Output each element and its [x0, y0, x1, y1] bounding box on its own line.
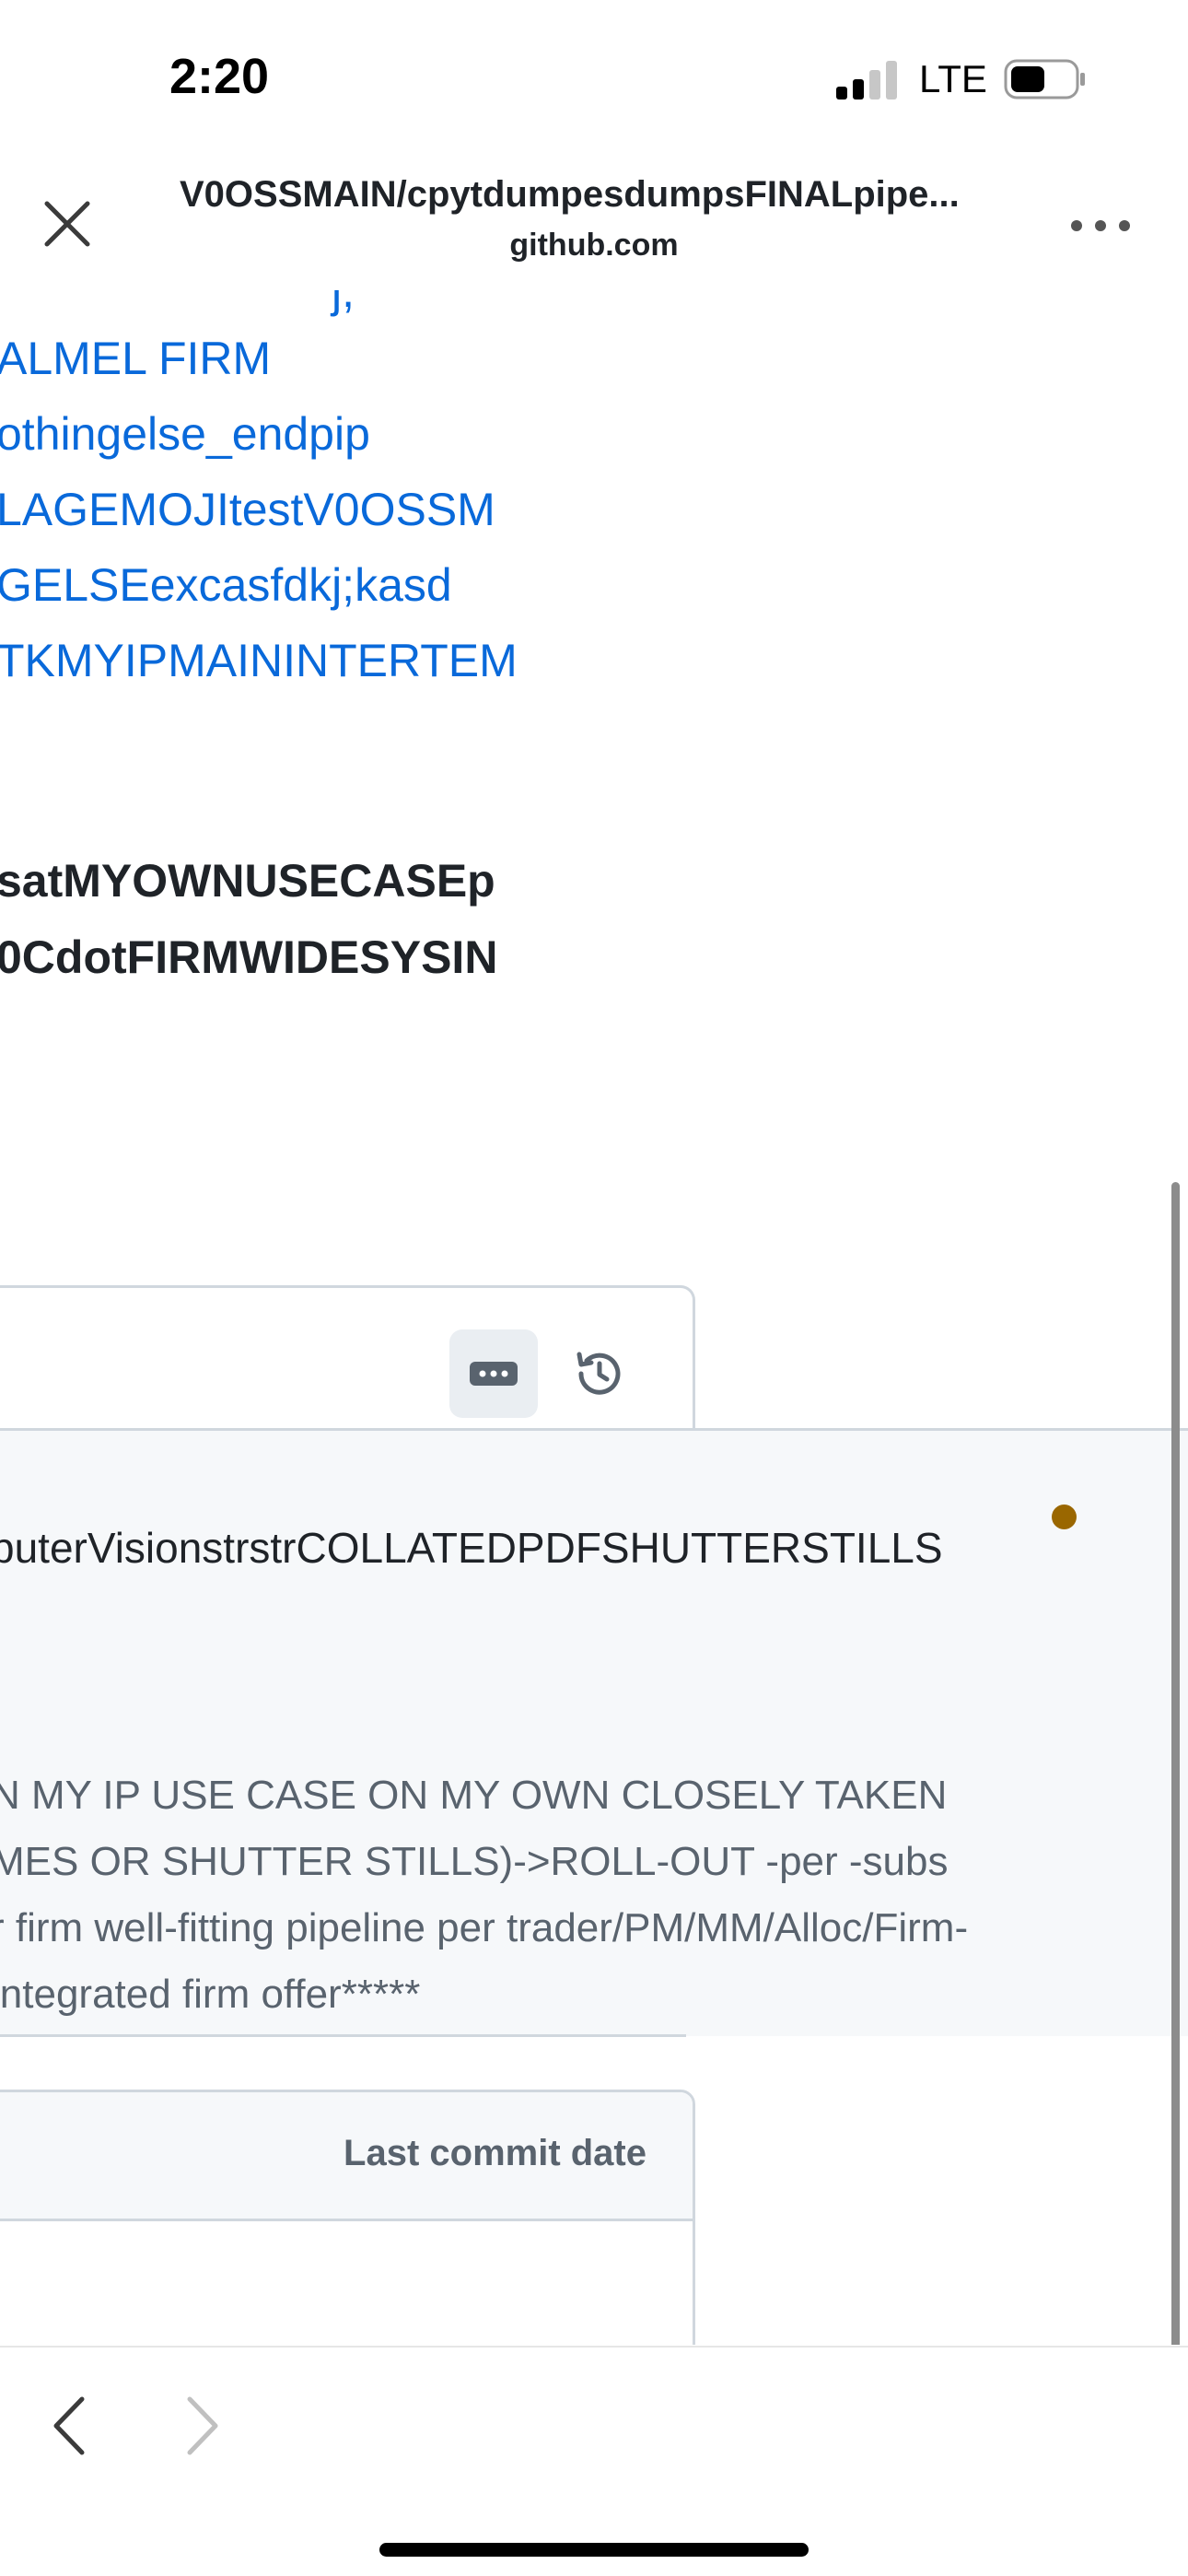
- file-table-header: Last commit date: [0, 2092, 693, 2221]
- page-content[interactable]: j, ALMEL FIRM othingelse_endpip LAGEMOJI…: [0, 290, 1188, 2345]
- commit-description-line: r firm well-fitting pipeline per trader/…: [0, 1905, 969, 1950]
- file-box-header: [0, 1285, 695, 1428]
- readme-link[interactable]: LAGEMOJItestV0OSSM: [0, 472, 518, 547]
- latest-commit-panel: puterVisionstrstrCOLLATEDPDFSHUTTERSTILL…: [0, 1428, 1188, 2036]
- readme-link[interactable]: ALMEL FIRM: [0, 321, 518, 396]
- history-button[interactable]: [555, 1329, 644, 1418]
- browser-toolbar: [0, 2346, 1188, 2576]
- readme-link[interactable]: othingelse_endpip: [0, 396, 518, 472]
- browser-title-bar: V0OSSMAIN/cpytdumpesdumpsFINALpipe... gi…: [0, 161, 1188, 290]
- ellipsis-icon: [470, 1362, 518, 1386]
- commit-details-button[interactable]: [449, 1329, 538, 1418]
- commit-description-line: N MY IP USE CASE ON MY OWN CLOSELY TAKEN: [0, 1773, 948, 1818]
- status-time: 2:20: [169, 49, 270, 104]
- commit-description-line: MES OR SHUTTER STILLS)->ROLL-OUT -per -s…: [0, 1839, 949, 1884]
- signal-icon: [836, 61, 897, 100]
- network-label: LTE: [919, 57, 987, 100]
- vertical-scrollbar[interactable]: [1171, 1182, 1180, 2345]
- file-table: Last commit date: [0, 2090, 695, 2345]
- readme-link[interactable]: TKMYIPMAININTERTEM: [0, 623, 518, 698]
- more-button[interactable]: [1068, 198, 1133, 253]
- column-header-last-commit-date: Last commit date: [344, 2133, 646, 2173]
- page-domain: github.com: [509, 228, 679, 263]
- chevron-left-icon: [53, 2396, 85, 2455]
- readme-link[interactable]: j,: [332, 290, 355, 318]
- home-indicator[interactable]: [379, 2543, 809, 2557]
- status-bar: 2:20 LTE: [0, 0, 1188, 161]
- more-icon: [1071, 220, 1130, 231]
- readme-link[interactable]: GELSEexcasfdkj;kasd: [0, 547, 518, 623]
- readme-heading-line: satMYOWNUSECASEp: [0, 855, 495, 907]
- page-title: V0OSSMAIN/cpytdumpesdumpsFINALpipe...: [180, 174, 960, 215]
- chevron-right-icon: [187, 2396, 218, 2455]
- battery-icon: [1004, 59, 1085, 100]
- back-button[interactable]: [37, 2384, 101, 2467]
- readme-heading: satMYOWNUSECASEp 0CdotFIRMWIDESYSIN: [0, 843, 497, 996]
- history-icon: [577, 1352, 621, 1395]
- forward-button[interactable]: [170, 2384, 235, 2467]
- commit-description: N MY IP USE CASE ON MY OWN CLOSELY TAKEN…: [0, 1762, 968, 2028]
- readme-link-list: ALMEL FIRM othingelse_endpip LAGEMOJItes…: [0, 321, 518, 698]
- commit-status-indicator[interactable]: [1052, 1505, 1077, 1529]
- commit-description-line: integrated firm offer*****: [0, 1972, 421, 2017]
- readme-heading-line: 0CdotFIRMWIDESYSIN: [0, 931, 498, 983]
- commit-message[interactable]: puterVisionstrstrCOLLATEDPDFSHUTTERSTILL…: [0, 1523, 943, 1573]
- divider: [0, 2034, 686, 2037]
